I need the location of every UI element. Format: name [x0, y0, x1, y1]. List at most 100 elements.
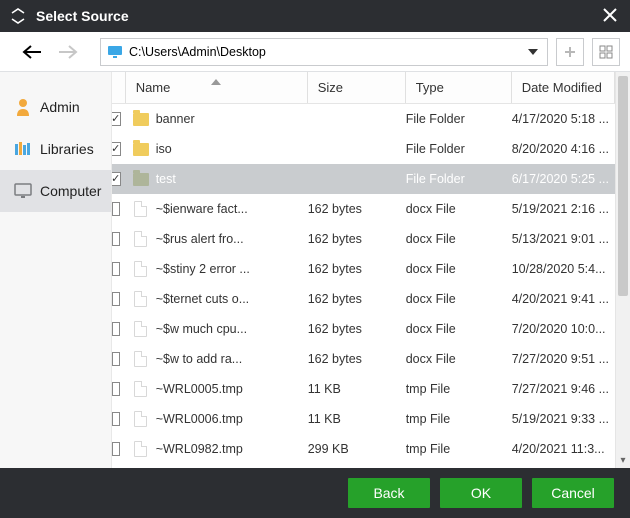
nav-back-button[interactable]	[18, 38, 46, 66]
file-icon	[132, 200, 150, 218]
back-button[interactable]: Back	[348, 478, 430, 508]
file-type: File Folder	[406, 172, 512, 186]
sidebar-item-label: Admin	[40, 99, 80, 115]
file-row[interactable]: ~$stiny 2 error ...162 bytesdocx File10/…	[112, 254, 615, 284]
row-checkbox[interactable]	[112, 172, 122, 186]
file-date: 7/27/2021 9:46 ...	[512, 382, 615, 396]
file-name: ~$ienware fact...	[156, 202, 248, 216]
file-size: 11 KB	[308, 382, 406, 396]
sidebar-item-label: Computer	[40, 183, 101, 199]
column-size[interactable]: Size	[308, 72, 406, 103]
toolbar: C:\Users\Admin\Desktop	[0, 32, 630, 72]
file-name: ~WRL0006.tmp	[156, 412, 243, 426]
monitor-icon	[107, 45, 123, 59]
folder-icon	[132, 140, 150, 158]
row-checkbox[interactable]	[112, 202, 120, 216]
file-type: tmp File	[406, 442, 512, 456]
path-bar[interactable]: C:\Users\Admin\Desktop	[100, 38, 548, 66]
file-type: tmp File	[406, 412, 512, 426]
column-name[interactable]: Name	[126, 72, 308, 103]
file-name: iso	[156, 142, 172, 156]
row-checkbox[interactable]	[112, 442, 120, 456]
sidebar: Admin Libraries Computer	[0, 72, 112, 468]
file-size: 162 bytes	[308, 202, 406, 216]
file-row[interactable]: banner File Folder4/17/2020 5:18 ...	[112, 104, 615, 134]
sidebar-item-libraries[interactable]: Libraries	[0, 128, 111, 170]
body: Admin Libraries Computer Name Size Type Da…	[0, 72, 630, 468]
ok-button[interactable]: OK	[440, 478, 522, 508]
file-row[interactable]: ~$w to add ra...162 bytesdocx File7/27/2…	[112, 344, 615, 374]
monitor-icon	[14, 182, 32, 200]
file-date: 7/27/2020 9:51 ...	[512, 352, 615, 366]
file-size: 162 bytes	[308, 352, 406, 366]
path-dropdown-icon[interactable]	[525, 49, 541, 55]
file-date: 10/28/2020 5:4...	[512, 262, 615, 276]
view-mode-button[interactable]	[592, 38, 620, 66]
file-row[interactable]: ~$ternet cuts o...162 bytesdocx File4/20…	[112, 284, 615, 314]
file-row[interactable]: ~$w much cpu...162 bytesdocx File7/20/20…	[112, 314, 615, 344]
file-type: docx File	[406, 232, 512, 246]
file-icon	[132, 350, 150, 368]
file-type: docx File	[406, 202, 512, 216]
file-icon	[132, 440, 150, 458]
sidebar-item-computer[interactable]: Computer	[0, 170, 111, 212]
sidebar-item-label: Libraries	[40, 141, 94, 157]
close-button[interactable]	[598, 8, 622, 25]
nav-forward-button[interactable]	[54, 38, 82, 66]
sidebar-item-admin[interactable]: Admin	[0, 86, 111, 128]
file-browser: Name Size Type Date Modified banner File …	[112, 72, 630, 468]
row-checkbox[interactable]	[112, 262, 120, 276]
column-date[interactable]: Date Modified	[512, 72, 615, 103]
scrollbar-down-icon[interactable]: ▾	[616, 455, 630, 466]
file-icon	[132, 230, 150, 248]
file-name: ~WRL0005.tmp	[156, 382, 243, 396]
file-row[interactable]: ~$ienware fact... 162 bytesdocx File5/19/…	[112, 194, 615, 224]
row-checkbox[interactable]	[112, 382, 120, 396]
file-row[interactable]: ~WRL0005.tmp11 KBtmp File7/27/2021 9:46 …	[112, 374, 615, 404]
cancel-button[interactable]: Cancel	[532, 478, 614, 508]
folder-dim-icon	[132, 170, 150, 188]
sort-asc-icon	[211, 73, 221, 88]
file-date: 5/19/2021 9:33 ...	[512, 412, 615, 426]
file-size: 162 bytes	[308, 322, 406, 336]
library-icon	[14, 140, 32, 158]
file-row[interactable]: testFile Folder6/17/2020 5:25 ...	[112, 164, 615, 194]
file-date: 5/19/2021 2:16 ...	[512, 202, 615, 216]
row-checkbox[interactable]	[112, 112, 122, 126]
row-checkbox[interactable]	[112, 232, 120, 246]
file-row[interactable]: ~$rus alert fro... 162 bytesdocx File5/13…	[112, 224, 615, 254]
file-name: ~$ternet cuts o...	[156, 292, 249, 306]
file-date: 5/13/2021 9:01 ...	[512, 232, 615, 246]
file-type: File Folder	[406, 112, 512, 126]
row-checkbox[interactable]	[112, 292, 120, 306]
scrollbar[interactable]: ▾	[615, 72, 630, 468]
file-type: File Folder	[406, 142, 512, 156]
row-checkbox[interactable]	[112, 412, 120, 426]
folder-icon	[132, 110, 150, 128]
file-name: ~$rus alert fro...	[156, 232, 244, 246]
file-row[interactable]: ~WRL0982.tmp299 KBtmp File4/20/2021 11:3…	[112, 434, 615, 464]
path-text: C:\Users\Admin\Desktop	[129, 45, 519, 59]
scrollbar-thumb[interactable]	[618, 76, 628, 296]
checkbox-column-header	[112, 72, 126, 103]
column-type[interactable]: Type	[406, 72, 512, 103]
file-name: ~$w to add ra...	[156, 352, 243, 366]
row-checkbox[interactable]	[112, 142, 122, 156]
column-date-label: Date Modified	[522, 80, 602, 95]
row-checkbox[interactable]	[112, 352, 120, 366]
file-size: 162 bytes	[308, 232, 406, 246]
file-row[interactable]: ~WRL0006.tmp11 KBtmp File5/19/2021 9:33 …	[112, 404, 615, 434]
new-folder-button[interactable]	[556, 38, 584, 66]
file-list: bannerFile Folder4/17/2020 5:18 ...isoFi…	[112, 104, 615, 468]
file-type: docx File	[406, 262, 512, 276]
file-name: banner	[156, 112, 195, 126]
file-date: 4/17/2020 5:18 ...	[512, 112, 615, 126]
file-date: 7/20/2020 10:0...	[512, 322, 615, 336]
row-checkbox[interactable]	[112, 322, 120, 336]
column-name-label: Name	[136, 80, 171, 95]
file-row[interactable]: iso File Folder8/20/2020 4:16 ...	[112, 134, 615, 164]
file-icon	[132, 410, 150, 428]
file-date: 8/20/2020 4:16 ...	[512, 142, 615, 156]
file-size: 162 bytes	[308, 262, 406, 276]
window-title: Select Source	[36, 8, 598, 24]
